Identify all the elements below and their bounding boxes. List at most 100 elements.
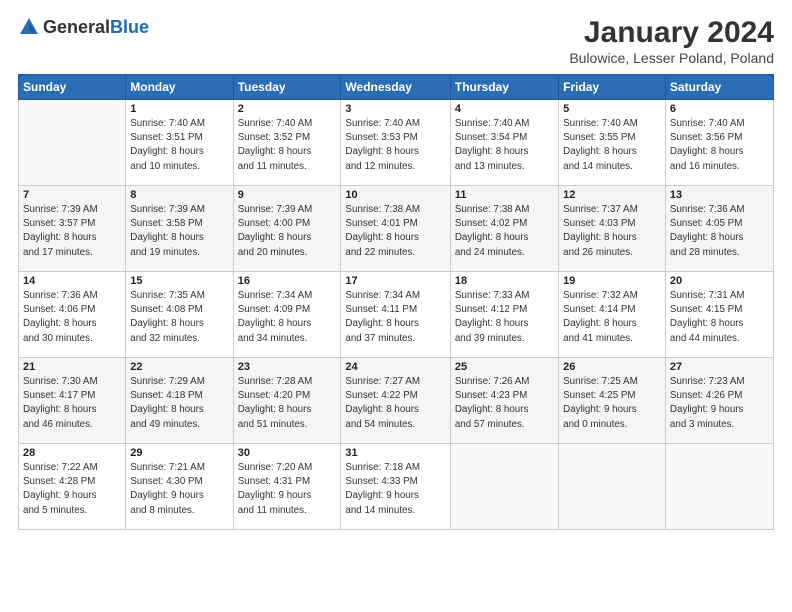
day-number: 13 [670, 189, 769, 201]
calendar-cell: 15 Sunrise: 7:35 AMSunset: 4:08 PMDayligh… [126, 272, 233, 358]
day-number: 20 [670, 275, 769, 287]
week-row-2: 14 Sunrise: 7:36 AMSunset: 4:06 PMDayligh… [19, 272, 774, 358]
calendar-cell: 26 Sunrise: 7:25 AMSunset: 4:25 PMDayligh… [559, 358, 666, 444]
calendar-cell: 5Sunrise: 7:40 AMSunset: 3:55 PMDaylight… [559, 100, 666, 186]
day-number: 21 [23, 361, 121, 373]
calendar-cell: 31 Sunrise: 7:18 AMSunset: 4:33 PMDayligh… [341, 444, 450, 530]
calendar-cell: 11 Sunrise: 7:38 AMSunset: 4:02 PMDayligh… [450, 186, 558, 272]
day-number: 24 [345, 361, 445, 373]
header: GeneralBlue January 2024 Bulowice, Lesse… [18, 16, 774, 66]
day-number: 26 [563, 361, 661, 373]
page: GeneralBlue January 2024 Bulowice, Lesse… [0, 0, 792, 612]
day-number: 27 [670, 361, 769, 373]
calendar-cell: 24Sunrise: 7:27 AMSunset: 4:22 PMDayligh… [341, 358, 450, 444]
day-info: Sunrise: 7:40 AMSunset: 3:54 PMDaylight:… [455, 117, 554, 174]
day-info: Sunrise: 7:23 AMSunset: 4:26 PMDaylight:… [670, 375, 769, 432]
day-number: 31 [345, 447, 445, 459]
day-number: 12 [563, 189, 661, 201]
day-info: Sunrise: 7:20 AMSunset: 4:31 PMDaylight:… [238, 461, 337, 518]
title-block: January 2024 Bulowice, Lesser Poland, Po… [569, 16, 774, 66]
day-info: Sunrise: 7:25 AMSunset: 4:25 PMDaylight:… [563, 375, 661, 432]
calendar-cell: 20 Sunrise: 7:31 AMSunset: 4:15 PMDayligh… [665, 272, 773, 358]
calendar-cell: 14 Sunrise: 7:36 AMSunset: 4:06 PMDayligh… [19, 272, 126, 358]
day-info: Sunrise: 7:28 AMSunset: 4:20 PMDaylight:… [238, 375, 337, 432]
day-info: Sunrise: 7:38 AMSunset: 4:02 PMDaylight:… [455, 203, 554, 260]
calendar-cell: 18Sunrise: 7:33 AMSunset: 4:12 PMDayligh… [450, 272, 558, 358]
week-row-1: 7 Sunrise: 7:39 AMSunset: 3:57 PMDaylight… [19, 186, 774, 272]
day-number: 30 [238, 447, 337, 459]
week-row-3: 21 Sunrise: 7:30 AMSunset: 4:17 PMDayligh… [19, 358, 774, 444]
day-number: 14 [23, 275, 121, 287]
day-info: Sunrise: 7:30 AMSunset: 4:17 PMDaylight:… [23, 375, 121, 432]
day-info: Sunrise: 7:37 AMSunset: 4:03 PMDaylight:… [563, 203, 661, 260]
calendar-body: 1Sunrise: 7:40 AMSunset: 3:51 PMDaylight… [19, 100, 774, 530]
day-number: 29 [130, 447, 228, 459]
calendar-cell: 25Sunrise: 7:26 AMSunset: 4:23 PMDayligh… [450, 358, 558, 444]
calendar-cell: 1Sunrise: 7:40 AMSunset: 3:51 PMDaylight… [126, 100, 233, 186]
calendar-cell: 12 Sunrise: 7:37 AMSunset: 4:03 PMDayligh… [559, 186, 666, 272]
day-number: 5 [563, 103, 661, 115]
weekday-header-sunday: Sunday [19, 75, 126, 100]
logo-blue: Blue [110, 17, 149, 37]
week-row-0: 1Sunrise: 7:40 AMSunset: 3:51 PMDaylight… [19, 100, 774, 186]
week-row-4: 28Sunrise: 7:22 AMSunset: 4:28 PMDayligh… [19, 444, 774, 530]
day-info: Sunrise: 7:35 AMSunset: 4:08 PMDaylight:… [130, 289, 228, 346]
calendar-cell [450, 444, 558, 530]
day-number: 23 [238, 361, 337, 373]
day-info: Sunrise: 7:39 AMSunset: 4:00 PMDaylight:… [238, 203, 337, 260]
day-info: Sunrise: 7:32 AMSunset: 4:14 PMDaylight:… [563, 289, 661, 346]
day-number: 11 [455, 189, 554, 201]
weekday-header-saturday: Saturday [665, 75, 773, 100]
day-number: 1 [130, 103, 228, 115]
day-number: 10 [345, 189, 445, 201]
day-info: Sunrise: 7:36 AMSunset: 4:05 PMDaylight:… [670, 203, 769, 260]
calendar-cell [665, 444, 773, 530]
day-number: 17 [345, 275, 445, 287]
weekday-header-thursday: Thursday [450, 75, 558, 100]
day-number: 2 [238, 103, 337, 115]
day-number: 9 [238, 189, 337, 201]
day-info: Sunrise: 7:21 AMSunset: 4:30 PMDaylight:… [130, 461, 228, 518]
day-info: Sunrise: 7:34 AMSunset: 4:09 PMDaylight:… [238, 289, 337, 346]
day-info: Sunrise: 7:36 AMSunset: 4:06 PMDaylight:… [23, 289, 121, 346]
day-info: Sunrise: 7:29 AMSunset: 4:18 PMDaylight:… [130, 375, 228, 432]
calendar-cell: 7 Sunrise: 7:39 AMSunset: 3:57 PMDaylight… [19, 186, 126, 272]
location-title: Bulowice, Lesser Poland, Poland [569, 50, 774, 66]
calendar-cell: 19 Sunrise: 7:32 AMSunset: 4:14 PMDayligh… [559, 272, 666, 358]
calendar-cell: 28Sunrise: 7:22 AMSunset: 4:28 PMDayligh… [19, 444, 126, 530]
calendar-cell: 8 Sunrise: 7:39 AMSunset: 3:58 PMDaylight… [126, 186, 233, 272]
weekday-header-monday: Monday [126, 75, 233, 100]
day-info: Sunrise: 7:39 AMSunset: 3:58 PMDaylight:… [130, 203, 228, 260]
calendar-cell: 13 Sunrise: 7:36 AMSunset: 4:05 PMDayligh… [665, 186, 773, 272]
day-info: Sunrise: 7:40 AMSunset: 3:56 PMDaylight:… [670, 117, 769, 174]
day-number: 18 [455, 275, 554, 287]
calendar-cell: 22 Sunrise: 7:29 AMSunset: 4:18 PMDayligh… [126, 358, 233, 444]
calendar-table: SundayMondayTuesdayWednesdayThursdayFrid… [18, 74, 774, 530]
calendar-cell: 3Sunrise: 7:40 AMSunset: 3:53 PMDaylight… [341, 100, 450, 186]
day-number: 6 [670, 103, 769, 115]
logo-general: General [43, 17, 110, 37]
day-number: 4 [455, 103, 554, 115]
day-number: 3 [345, 103, 445, 115]
day-info: Sunrise: 7:22 AMSunset: 4:28 PMDaylight:… [23, 461, 121, 518]
day-info: Sunrise: 7:26 AMSunset: 4:23 PMDaylight:… [455, 375, 554, 432]
weekday-header-tuesday: Tuesday [233, 75, 341, 100]
day-number: 22 [130, 361, 228, 373]
day-info: Sunrise: 7:39 AMSunset: 3:57 PMDaylight:… [23, 203, 121, 260]
calendar-cell: 21 Sunrise: 7:30 AMSunset: 4:17 PMDayligh… [19, 358, 126, 444]
day-info: Sunrise: 7:31 AMSunset: 4:15 PMDaylight:… [670, 289, 769, 346]
calendar-cell: 17 Sunrise: 7:34 AMSunset: 4:11 PMDayligh… [341, 272, 450, 358]
day-number: 19 [563, 275, 661, 287]
day-info: Sunrise: 7:18 AMSunset: 4:33 PMDaylight:… [345, 461, 445, 518]
day-info: Sunrise: 7:34 AMSunset: 4:11 PMDaylight:… [345, 289, 445, 346]
calendar-cell: 6 Sunrise: 7:40 AMSunset: 3:56 PMDaylight… [665, 100, 773, 186]
calendar-cell: 30 Sunrise: 7:20 AMSunset: 4:31 PMDayligh… [233, 444, 341, 530]
calendar-cell: 29 Sunrise: 7:21 AMSunset: 4:30 PMDayligh… [126, 444, 233, 530]
calendar-cell: 10Sunrise: 7:38 AMSunset: 4:01 PMDayligh… [341, 186, 450, 272]
day-number: 7 [23, 189, 121, 201]
logo: GeneralBlue [18, 16, 149, 38]
day-number: 15 [130, 275, 228, 287]
day-number: 8 [130, 189, 228, 201]
day-number: 16 [238, 275, 337, 287]
calendar-cell [19, 100, 126, 186]
